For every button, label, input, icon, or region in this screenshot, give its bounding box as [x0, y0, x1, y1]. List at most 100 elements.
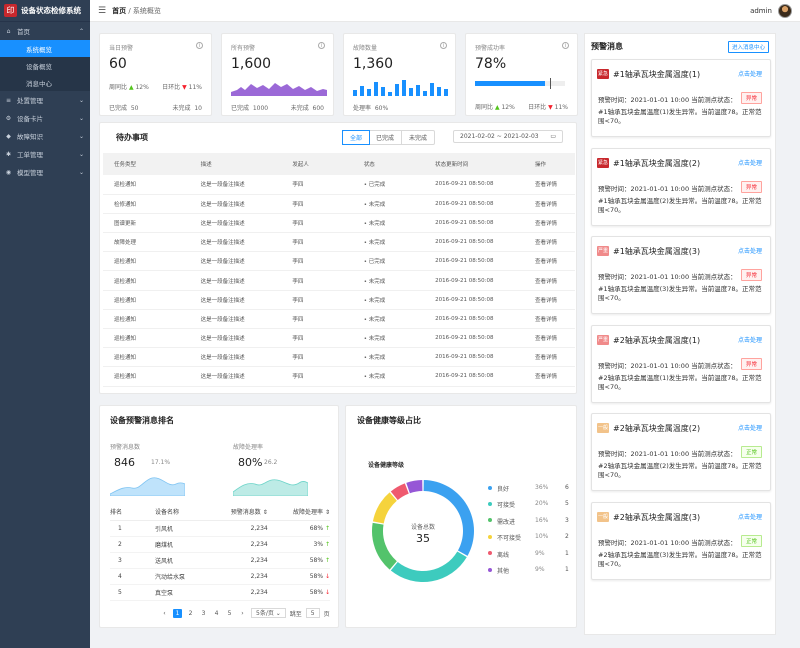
table-cell: • 未完成	[352, 194, 425, 214]
info-icon[interactable]: i	[196, 42, 203, 49]
view-detail-link[interactable]: 查看详情	[523, 366, 575, 387]
alert-card[interactable]: 一般 #2轴承瓦块金属温度(3) 点击处理 预警时间：2021-01-01 10:00…	[591, 501, 771, 580]
legend-item[interactable]: 不可接受 10% 2	[488, 533, 569, 542]
severity-badge: 一般	[597, 511, 609, 522]
view-detail-link[interactable]: 查看详情	[523, 309, 575, 330]
avatar[interactable]	[778, 3, 792, 18]
prev-page-button[interactable]: ‹	[160, 609, 169, 618]
sidebar-group-4[interactable]: ✱ 工单管理 ⌄	[0, 145, 90, 163]
view-detail-link[interactable]: 查看详情	[523, 232, 575, 253]
sidebar-group-1[interactable]: ≡ 处置管理 ⌄	[0, 91, 90, 109]
kpi1-rate: 17.1%	[151, 459, 171, 466]
status-badge: 正常	[740, 446, 762, 458]
legend-dot	[488, 518, 492, 523]
filter-tab-0[interactable]: 全部	[342, 130, 371, 145]
table-cell: • 未完成	[352, 328, 425, 349]
breadcrumb-home[interactable]: 首页	[112, 7, 126, 15]
view-detail-link[interactable]: 查看详情	[523, 270, 575, 291]
device-name-link[interactable]: 磨煤机	[155, 536, 206, 553]
alert-description: #2轴承瓦块金属温度(2)发生异常。当前温度78。正常范围<70。	[598, 462, 762, 479]
todo-table-wrap: 任务类型 描述 发起人 状态 状态更新时间 操作 巡检通知 这是一段备注描述 李四 • 已完成 2…	[103, 153, 575, 387]
sidebar-group-5[interactable]: ◉ 模型管理 ⌄	[0, 163, 90, 181]
device-name-link[interactable]: 真空泵	[155, 584, 206, 601]
legend-item[interactable]: 可接受 20% 5	[488, 500, 569, 509]
donut-slice-1[interactable]	[390, 551, 467, 582]
info-icon[interactable]: i	[562, 42, 569, 49]
page-5-button[interactable]: 5	[225, 609, 234, 618]
view-detail-link[interactable]: 查看详情	[523, 347, 575, 368]
legend-item[interactable]: 离线 9% 1	[488, 550, 569, 559]
legend-item[interactable]: 良好 36% 6	[488, 484, 569, 493]
view-detail-link[interactable]: 查看详情	[523, 194, 575, 214]
view-detail-link[interactable]: 查看详情	[523, 290, 575, 310]
sidebar-group-2[interactable]: ⚙ 设备卡片 ⌄	[0, 109, 90, 127]
handle-rate: 58% ↓	[267, 568, 330, 585]
alert-card[interactable]: 严重 #2轴承瓦块金属温度(1) 点击处理 预警时间：2021-01-01 10:00…	[591, 324, 771, 403]
legend-percent: 20%	[535, 500, 549, 508]
device-name-link[interactable]: 引风机	[155, 520, 206, 537]
rank-col-header[interactable]: 故障处理率 ⇕	[267, 504, 330, 521]
view-detail-link[interactable]: 查看详情	[523, 213, 575, 234]
handle-alert-link[interactable]: 点击处理	[738, 246, 762, 255]
table-row: 巡检通知 这是一段备注描述 李四 • 未完成 2016-09-21 08:50:08 查看…	[103, 347, 575, 368]
trend-down-icon: ↓	[323, 572, 330, 580]
page-2-button[interactable]: 2	[186, 609, 195, 618]
sidebar-group-3[interactable]: ◆ 故障知识 ⌄	[0, 127, 90, 145]
date-range-picker[interactable]: 2021-02-02 ~ 2021-02-03 ▭	[453, 130, 563, 143]
filter-tab-2[interactable]: 未完成	[402, 131, 434, 144]
donut-slice-3[interactable]	[372, 492, 397, 524]
sort-icon: ⇕	[323, 509, 330, 517]
filter-tab-1[interactable]: 已完成	[369, 131, 403, 144]
health-donut-chart	[372, 480, 474, 582]
device-name-link[interactable]: 送风机	[155, 552, 206, 569]
sidebar-group-0[interactable]: ⌂ 首页 ⌃	[0, 22, 90, 40]
device-name-link[interactable]: 汽动给水泵	[155, 568, 206, 585]
chevron-down-icon: ⌄	[273, 610, 281, 617]
alert-card[interactable]: 紧急 #1轴承瓦块金属温度(2) 点击处理 预警时间：2021-01-01 10:00…	[591, 147, 771, 226]
next-page-button[interactable]: ›	[238, 609, 247, 618]
view-detail-link[interactable]: 查看详情	[523, 328, 575, 349]
sidebar-item-0-1[interactable]: 设备概览	[0, 57, 90, 74]
handle-alert-link[interactable]: 点击处理	[738, 512, 762, 521]
page-1-button[interactable]: 1	[173, 608, 182, 618]
menu-toggle-icon[interactable]: ☰	[98, 6, 106, 16]
trend-up-icon: ↑	[323, 524, 330, 532]
alert-count: 2,234	[205, 536, 268, 553]
legend-item[interactable]: 其他 9% 1	[488, 566, 569, 575]
user-menu[interactable]: admin	[750, 3, 792, 18]
username[interactable]: admin	[750, 7, 772, 15]
handle-alert-link[interactable]: 点击处理	[738, 158, 762, 167]
handle-alert-link[interactable]: 点击处理	[738, 423, 762, 432]
legend-dot	[488, 485, 492, 490]
page-size-select[interactable]: 5条/页 ⌄	[251, 608, 286, 618]
info-icon[interactable]: i	[440, 42, 447, 49]
sidebar-item-0-0[interactable]: 系统概览	[0, 40, 90, 57]
table-cell: 李四	[281, 309, 353, 330]
pagination: ‹ 1 2 3 4 5 › 5条/页 ⌄ 跳至 5 页	[160, 608, 330, 618]
sidebar-item-0-2[interactable]: 消息中心	[0, 74, 90, 91]
info-icon[interactable]: i	[318, 42, 325, 49]
top-header: ☰ 首页 / 系统概览 admin	[90, 0, 800, 22]
legend-label: 良好	[497, 486, 510, 493]
enter-message-center-button[interactable]: 进入消息中心	[727, 41, 769, 53]
alert-count: 2,234	[205, 568, 268, 585]
donut-slice-5[interactable]	[406, 480, 423, 494]
handle-alert-link[interactable]: 点击处理	[738, 335, 762, 344]
table-cell: 巡检通知	[103, 328, 190, 349]
handle-alert-link[interactable]: 点击处理	[738, 69, 762, 78]
table-cell: 2016-09-21 08:50:08	[424, 309, 524, 330]
table-cell: 2016-09-21 08:50:08	[424, 213, 524, 234]
alert-card[interactable]: 一般 #2轴承瓦块金属温度(2) 点击处理 预警时间：2021-01-01 10:00…	[591, 413, 771, 491]
view-detail-link[interactable]: 查看详情	[523, 251, 575, 272]
donut-center-label: 设备总数	[410, 524, 435, 531]
rank-col-header[interactable]: 预警消息数 ⇕	[205, 504, 268, 521]
jump-page-input[interactable]: 5	[305, 608, 320, 618]
page-3-button[interactable]: 3	[199, 609, 208, 618]
legend-item[interactable]: 需改进 16% 3	[488, 517, 569, 526]
alert-card[interactable]: 紧急 #1轴承瓦块金属温度(1) 点击处理 预警时间：2021-01-01 10:00…	[591, 59, 771, 137]
alert-card[interactable]: 严重 #1轴承瓦块金属温度(3) 点击处理 预警时间：2021-01-01 10:00…	[591, 236, 771, 314]
todo-filter-group: 全部 已完成 未完成	[342, 130, 436, 145]
view-detail-link[interactable]: 查看详情	[523, 175, 575, 195]
todo-title: 待办事项	[116, 133, 148, 142]
page-4-button[interactable]: 4	[212, 609, 221, 618]
